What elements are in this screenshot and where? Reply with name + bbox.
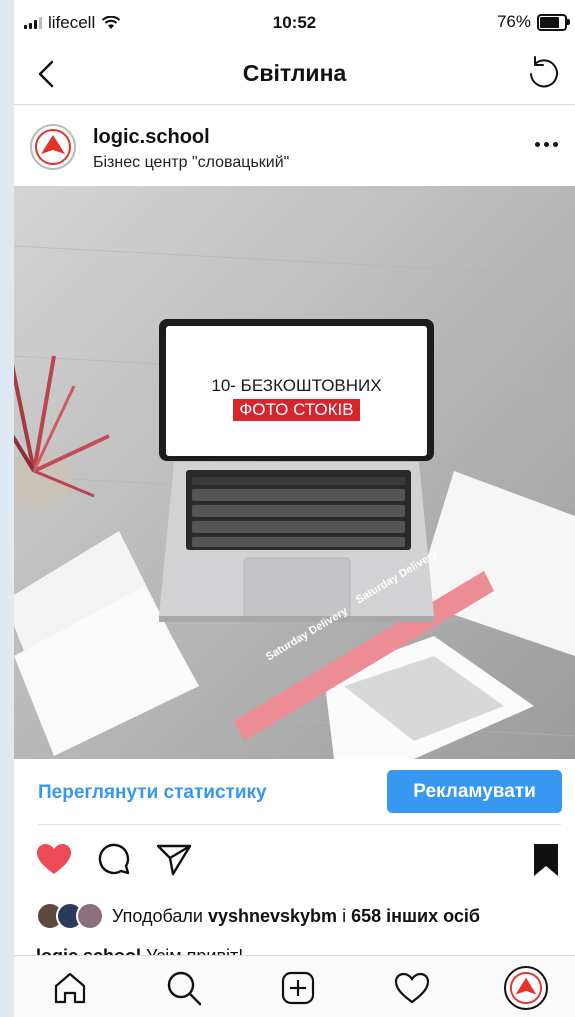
battery-percent: 76% (496, 12, 531, 31)
post-header: logic.school Бізнес центр "словацький" (14, 106, 575, 186)
comment-button[interactable] (94, 840, 134, 880)
post-actions (14, 840, 575, 884)
post-username[interactable]: logic.school (93, 126, 210, 149)
refresh-icon (530, 56, 558, 88)
profile-logo-icon (509, 971, 543, 1005)
tab-activity[interactable] (390, 966, 434, 1010)
likes-user[interactable]: vyshnevskybm (208, 906, 337, 927)
promote-button[interactable]: Рекламувати (387, 770, 562, 813)
view-insights-link[interactable]: Переглянути статистику (38, 782, 267, 804)
refresh-button[interactable] (521, 52, 565, 96)
liker-avatars (36, 902, 104, 930)
divider (38, 824, 561, 825)
laptop-screen-line2-wrap: ФОТО СТОКІВ (166, 399, 427, 421)
page-title: Світлина (242, 60, 347, 86)
laptop-screen-line2: ФОТО СТОКІВ (233, 399, 360, 421)
post-location[interactable]: Бізнес центр "словацький" (93, 154, 289, 172)
post-image[interactable]: 10- БЕЗКОШТОВНИХ ФОТО СТОКІВ Saturday De… (14, 186, 575, 759)
bookmark-filled-icon (534, 844, 558, 876)
like-button[interactable] (34, 840, 74, 880)
tab-new-post[interactable] (276, 966, 320, 1010)
likes-summary[interactable]: Уподобали vyshnevskybm і 658 інших осіб (36, 900, 480, 932)
tab-search[interactable] (162, 966, 206, 1010)
profile-avatar[interactable] (30, 124, 76, 170)
heart-outline-icon (394, 972, 430, 1004)
tab-home[interactable] (48, 966, 92, 1010)
battery-icon (537, 13, 570, 31)
laptop-screen-line1: 10- БЕЗКОШТОВНИХ (211, 376, 382, 395)
status-time: 10:52 (272, 13, 317, 32)
save-button[interactable] (526, 840, 566, 880)
comment-icon (98, 843, 130, 875)
likes-prefix: Уподобали (112, 905, 203, 926)
likes-others[interactable]: 658 інших осіб (351, 906, 480, 927)
search-icon (167, 971, 202, 1006)
status-right: 76% (496, 12, 570, 32)
plus-square-icon (281, 971, 315, 1005)
liker-avatar (76, 902, 104, 930)
post-photo-illustration (14, 186, 575, 759)
status-bar: lifecell 10:52 76% (14, 0, 575, 44)
instagram-post-screen: lifecell 10:52 76% Світлина logic.school… (14, 0, 575, 1017)
logo-icon (35, 129, 71, 165)
send-icon (156, 844, 192, 876)
share-button[interactable] (154, 840, 194, 880)
heart-filled-icon (37, 844, 71, 874)
tab-profile[interactable] (504, 966, 548, 1010)
nav-header: Світлина (14, 44, 575, 105)
likes-middle: і (342, 905, 347, 926)
bottom-tab-bar (14, 955, 575, 1017)
home-icon (54, 972, 86, 1004)
more-options-button[interactable] (529, 134, 563, 154)
